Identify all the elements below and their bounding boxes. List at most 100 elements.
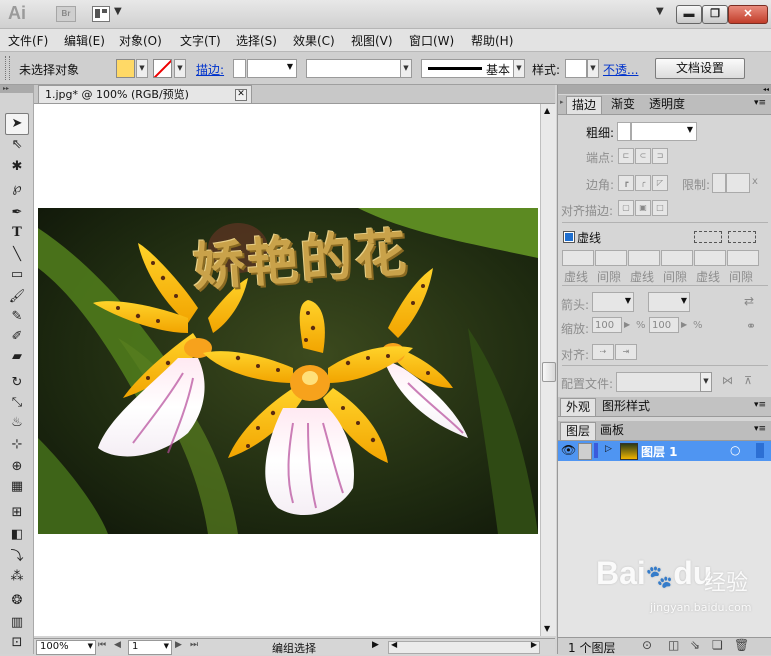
dash-field-3[interactable] [694, 250, 726, 266]
stroke-color-swatch[interactable] [153, 59, 172, 78]
free-transform-tool-icon[interactable]: ⊹ [6, 435, 28, 455]
stroke-panel-link[interactable]: 描边: [196, 61, 224, 78]
last-artboard-icon[interactable]: ⏭ [190, 640, 198, 650]
round-join-icon[interactable]: ╭ [635, 175, 651, 191]
mesh-tool-icon[interactable]: ⊞ [6, 503, 28, 523]
scroll-right-icon[interactable]: ▶ [531, 640, 537, 649]
arrow-tip-at-end-icon[interactable]: ⇥ [615, 344, 637, 360]
end-arrowhead-dropdown[interactable]: ▼ [648, 292, 690, 312]
menu-help[interactable]: 帮助(H) [471, 32, 513, 49]
flip-across-icon[interactable]: ⊼ [744, 374, 752, 387]
scroll-left-icon[interactable]: ◀ [391, 640, 397, 649]
gap-field-1[interactable] [595, 250, 627, 266]
dock-collapse-icon[interactable]: ◂◂ [558, 85, 771, 94]
blend-tool-icon[interactable]: ⁂ [6, 567, 28, 587]
stroke-panel-menu-icon[interactable]: ▾≡ [754, 98, 766, 108]
expand-layer-icon[interactable]: ▷ [605, 444, 612, 454]
flip-along-icon[interactable]: ⋈ [722, 374, 733, 387]
miter-join-icon[interactable]: ┏ [618, 175, 634, 191]
shape-builder-tool-icon[interactable]: ⊕ [6, 457, 28, 477]
clipping-mask-icon[interactable]: ◫ [668, 638, 679, 652]
selection-tool-icon[interactable]: ➤ [5, 113, 29, 135]
dash-field-2[interactable] [628, 250, 660, 266]
first-artboard-icon[interactable]: ⏮ [98, 640, 106, 650]
horizontal-scrollbar[interactable]: ◀ ▶ [388, 640, 540, 654]
warp-tool-icon[interactable]: ♨ [6, 413, 28, 433]
align-inside-icon[interactable]: ▣ [635, 200, 651, 216]
pen-tool-icon[interactable]: ✒ [6, 203, 28, 223]
tab-graphic-styles[interactable]: 图形样式 [597, 398, 655, 415]
gap-field-2[interactable] [661, 250, 693, 266]
bridge-button[interactable]: Br [56, 6, 76, 22]
stroke-dropdown-icon[interactable]: ▼ [174, 59, 186, 78]
dash-field-1[interactable] [562, 250, 594, 266]
tab-artboards[interactable]: 画板 [595, 422, 629, 439]
new-layer-icon[interactable]: ❏ [712, 638, 723, 652]
stroke-weight-stepper[interactable] [233, 59, 246, 78]
target-circle-icon[interactable]: ○ [730, 443, 740, 457]
new-sublayer-icon[interactable]: ⇘ [690, 638, 700, 652]
artboard-dropdown-icon[interactable]: ▼ [164, 642, 169, 650]
lock-toggle-icon[interactable] [578, 443, 592, 460]
tab-layers[interactable]: 图层 [560, 422, 597, 440]
scroll-down-icon[interactable]: ▼ [544, 624, 550, 633]
start-scale-field[interactable]: 100 [592, 317, 622, 333]
next-artboard-icon[interactable]: ▶ [175, 640, 182, 650]
profile-dropdown-icon[interactable]: ▼ [700, 372, 712, 392]
scale-tool-icon[interactable]: ⤡ [6, 393, 28, 413]
vertical-scrollbar[interactable]: ▲ ▼ [540, 104, 556, 636]
end-scale-field[interactable]: 100 [649, 317, 679, 333]
graphic-style-swatch[interactable] [565, 59, 587, 78]
align-dash-icon[interactable] [728, 231, 756, 243]
type-tool-icon[interactable]: T [6, 223, 28, 243]
profile-field[interactable] [616, 372, 712, 392]
swap-arrowheads-icon[interactable]: ⇄ [744, 294, 754, 308]
layer-name[interactable]: 图层 1 [641, 443, 678, 460]
document-setup-button[interactable]: 文档设置 [655, 58, 745, 79]
butt-cap-icon[interactable]: ⊏ [618, 148, 634, 164]
tab-transparency[interactable]: 透明度 [644, 96, 690, 113]
opacity-link[interactable]: 不透... [603, 61, 638, 78]
zoom-field[interactable]: 100% ▼ [36, 640, 96, 655]
weight-stepper[interactable] [617, 122, 631, 141]
direct-selection-tool-icon[interactable]: ⇖ [6, 135, 28, 155]
previous-artboard-icon[interactable]: ◀ [114, 640, 121, 650]
menu-view[interactable]: 视图(V) [351, 32, 393, 49]
layer-row[interactable]: 👁 ▷ 图层 1 ○ [558, 441, 771, 461]
style-dropdown-icon[interactable]: ▼ [587, 59, 599, 78]
projecting-cap-icon[interactable]: ⊐ [652, 148, 668, 164]
gap-field-3[interactable] [727, 250, 759, 266]
artwork-title-text[interactable]: 娇艳的花 [190, 211, 411, 301]
artboard-tool-icon[interactable]: ⊡ [6, 633, 28, 653]
close-button[interactable]: ✕ [728, 5, 768, 24]
perspective-grid-tool-icon[interactable]: ▦ [6, 477, 28, 497]
limit-stepper[interactable] [712, 173, 726, 193]
brush-definition-field[interactable]: 基本 [421, 59, 515, 78]
symbol-sprayer-tool-icon[interactable]: ❂ [6, 591, 28, 611]
workspace-switcher-icon[interactable]: ▼ [656, 6, 664, 17]
workspace-dropdown-icon[interactable]: ▼ [114, 6, 122, 17]
tools-collapse-icon[interactable]: ▸▸ [0, 85, 33, 93]
menu-effect[interactable]: 效果(C) [293, 32, 335, 49]
menu-edit[interactable]: 编辑(E) [64, 32, 105, 49]
align-outside-icon[interactable]: □ [652, 200, 668, 216]
brush-dropdown-icon[interactable]: ▼ [513, 59, 525, 78]
lasso-tool-icon[interactable]: ℘ [6, 179, 28, 199]
delete-layer-icon[interactable]: 🗑 [734, 638, 749, 652]
close-tab-icon[interactable]: ✕ [235, 89, 247, 101]
start-arrowhead-dropdown[interactable]: ▼ [592, 292, 634, 312]
zoom-dropdown-icon[interactable]: ▼ [88, 642, 93, 650]
status-menu-icon[interactable]: ▶ [372, 640, 379, 650]
dashed-line-checkbox[interactable] [563, 231, 575, 243]
workspace-layout-icon[interactable] [92, 6, 110, 22]
eyedropper-tool-icon[interactable]: ⤵ [6, 547, 28, 567]
limit-field[interactable] [726, 173, 750, 193]
artboard-number-field[interactable]: 1 ▼ [128, 640, 172, 655]
line-segment-tool-icon[interactable]: ╲ [6, 245, 28, 265]
paintbrush-tool-icon[interactable]: 🖌 [6, 287, 28, 307]
panel-grip-icon[interactable]: ▸ [560, 98, 564, 106]
menu-file[interactable]: 文件(F) [8, 32, 48, 49]
fill-color-swatch[interactable] [116, 59, 135, 78]
variable-width-field[interactable] [306, 59, 402, 78]
column-graph-tool-icon[interactable]: ▥ [6, 613, 28, 633]
